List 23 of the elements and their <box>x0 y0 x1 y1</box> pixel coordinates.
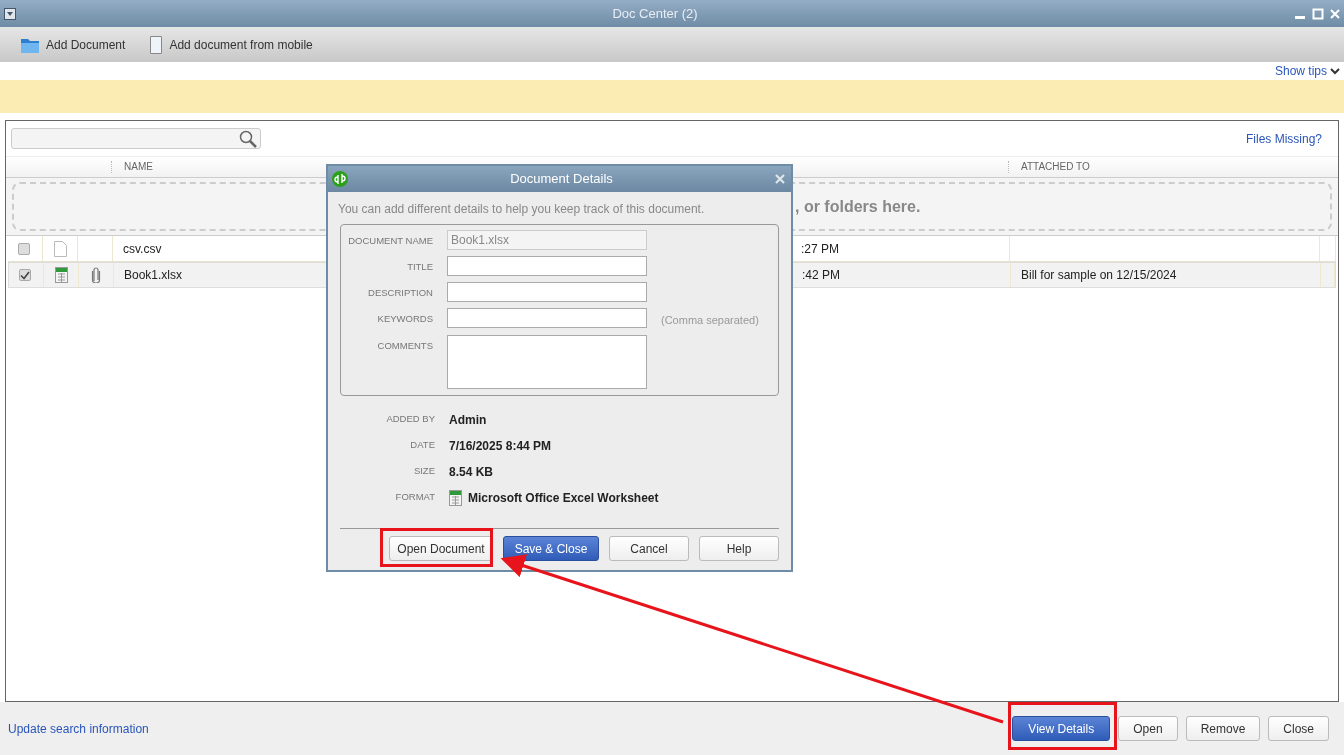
info-value: Microsoft Office Excel Worksheet <box>468 489 659 507</box>
info-value: Admin <box>449 411 487 429</box>
drop-zone-text: , or folders here. <box>795 196 921 217</box>
table-cell-text: :42 PM <box>801 267 840 284</box>
info-label: SIZE <box>412 464 436 479</box>
intro-text: You can add different details to help you keep track of this document. <box>337 201 706 218</box>
field-label: COMMENTS <box>376 338 434 353</box>
table-cell-text: Book1.xlsx <box>123 267 183 284</box>
info-label: ADDED BY <box>385 412 436 427</box>
field-label: DESCRIPTION <box>367 286 434 300</box>
table-cell-text: :27 PM <box>800 240 839 258</box>
field-label: KEYWORDS <box>376 312 434 326</box>
field-label: TITLE <box>406 260 434 274</box>
table-cell-text: csv.csv <box>122 240 162 258</box>
info-value: 7/16/2025 8:44 PM <box>449 437 552 455</box>
window-title: Doc Center (2) <box>611 4 699 23</box>
hint-text: (Comma separated) <box>660 313 759 328</box>
info-label: DATE <box>409 438 436 453</box>
field-label: DOCUMENT NAME <box>347 234 434 248</box>
info-value: 8.54 KB <box>449 463 494 481</box>
info-label: FORMAT <box>394 490 436 505</box>
table-cell-text: Bill for sample on 12/15/2024 <box>1020 267 1177 284</box>
dialog-title: Document Details <box>509 170 614 189</box>
